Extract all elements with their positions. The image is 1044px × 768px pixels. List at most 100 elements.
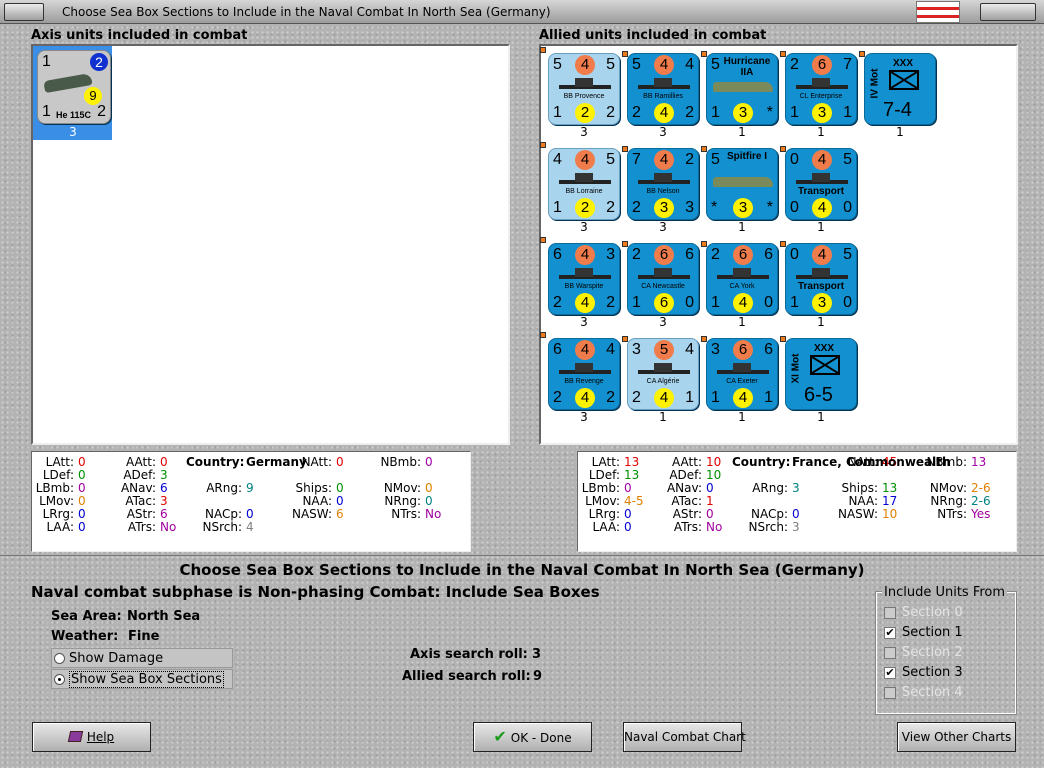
section-1-checkbox[interactable]: ✔ Section 1 xyxy=(884,625,1004,641)
stat-label: NRng: xyxy=(930,494,967,508)
stat-value: 3 xyxy=(792,481,800,495)
stat-value: 13 xyxy=(624,455,640,469)
allied-unit-counter[interactable]: XI Mot XXX 6-5 xyxy=(785,338,857,410)
unit-value: 2 xyxy=(711,246,720,263)
unit-value: 2 xyxy=(632,389,641,406)
axis-unit-counter[interactable]: 1 2 9 1 He 115C 2 xyxy=(37,50,111,124)
section-0-checkbox: Section 0 xyxy=(884,605,1004,621)
stat-label: ATac: xyxy=(125,494,156,508)
warship-icon xyxy=(638,76,690,89)
unit-value: 1 xyxy=(42,103,51,120)
unit-count: 1 xyxy=(738,220,746,234)
stat-value: 0 xyxy=(336,455,344,469)
stat-value: 3 xyxy=(160,468,168,482)
section-3-checkbox[interactable]: ✔ Section 3 xyxy=(884,665,1004,681)
unit-value: 6 xyxy=(685,246,694,263)
stat-value: Yes xyxy=(971,507,991,521)
unit-value: 2 xyxy=(685,104,694,121)
allied-unit-counter[interactable]: 2 6 6 CA York 1 4 0 xyxy=(706,243,778,315)
allied-unit-counter[interactable]: 0 4 5 Transport 0 4 0 xyxy=(785,148,857,220)
stat-value: 0 xyxy=(78,468,86,482)
unit-value: 0 xyxy=(790,199,799,216)
stat-value: 4-5 xyxy=(624,494,644,508)
sea-area-value: North Sea xyxy=(127,609,201,624)
naval-combat-chart-button[interactable]: Naval Combat Chart xyxy=(623,722,746,752)
allied-unit-counter[interactable]: 3 5 4 CA Algérie 2 4 1 xyxy=(627,338,699,410)
stat-label: NBmb: xyxy=(380,455,421,469)
unit-value: 7 xyxy=(632,151,641,168)
unit-value: 4 xyxy=(575,245,595,265)
allied-unit-counter[interactable]: 6 4 3 BB Warspite 2 4 2 xyxy=(548,243,620,315)
unit-value: 4 xyxy=(606,341,615,358)
unit-value: 3 xyxy=(733,198,753,218)
ship-superstructure xyxy=(654,268,672,277)
status-marker-icon xyxy=(701,241,707,247)
corps-size: XXX xyxy=(893,58,914,69)
stat-label: ADef: xyxy=(123,468,156,482)
stat-value: 0 xyxy=(425,455,433,469)
allied-unit-counter[interactable]: 2 6 7 CL Enterprise 1 3 1 xyxy=(785,53,857,125)
unit-value: 4 xyxy=(685,341,694,358)
unit-value: 4 xyxy=(654,55,674,75)
allied-unit-counter[interactable]: 5 4 4 BB Ramillies 2 4 2 xyxy=(627,53,699,125)
unit-value: 4 xyxy=(812,198,832,218)
ok-done-button[interactable]: ✔ OK - Done xyxy=(473,722,592,752)
stat-value: 10 xyxy=(882,507,898,521)
allied-unit-counter[interactable]: 6 4 4 BB Revenge 2 4 2 xyxy=(548,338,620,410)
stat-label: ADef: xyxy=(669,468,702,482)
allied-unit-counter[interactable]: 5 4 5 BB Provence 1 2 2 xyxy=(548,53,620,125)
unit-value: 3 xyxy=(812,103,832,123)
window-menu-button[interactable] xyxy=(4,3,44,21)
title-bar: Choose Sea Box Sections to Include in th… xyxy=(0,0,1044,24)
unit-value: 4 xyxy=(575,293,595,313)
show-damage-radio[interactable]: Show Damage xyxy=(51,648,233,668)
window-close-button[interactable] xyxy=(980,3,1036,21)
unit-name: BB Ramillies xyxy=(643,93,683,100)
unit-value: 4 xyxy=(575,340,595,360)
allied-unit-counter[interactable]: 3 6 6 CA Exeter 1 4 1 xyxy=(706,338,778,410)
ship-superstructure xyxy=(654,78,672,87)
stat-label: LAA: xyxy=(592,520,620,534)
status-marker-icon xyxy=(622,241,628,247)
book-icon xyxy=(67,731,83,742)
allied-unit-counter[interactable]: IV Mot XXX 7-4 xyxy=(864,53,936,125)
stat-label: ANav: xyxy=(666,481,702,495)
stat-value: 10 xyxy=(706,468,722,482)
unit-count: 1 xyxy=(896,125,904,139)
show-sections-radio[interactable]: Show Sea Box Sections xyxy=(51,669,233,689)
checkbox-icon xyxy=(884,687,896,699)
warship-icon xyxy=(796,171,848,184)
unit-value: 4 xyxy=(654,150,674,170)
unit-value: 0 xyxy=(843,199,852,216)
view-other-charts-button[interactable]: View Other Charts xyxy=(897,722,1016,752)
axis-heading: Axis units included in combat xyxy=(31,28,248,43)
aircraft-icon xyxy=(713,82,773,92)
stat-label: LBmb: xyxy=(581,481,620,495)
status-marker-icon xyxy=(701,146,707,152)
allied-unit-counter[interactable]: 2 6 6 CA Newcastle 1 6 0 xyxy=(627,243,699,315)
stat-label: NSrch: xyxy=(202,520,242,534)
allied-unit-counter[interactable]: 7 4 2 BB Nelson 2 3 3 xyxy=(627,148,699,220)
help-button[interactable]: Help xyxy=(32,722,151,752)
stat-label: NMov: xyxy=(383,481,421,495)
weather-value: Fine xyxy=(128,629,160,644)
allied-unit-counter[interactable]: 4 4 5 BB Lorraine 1 2 2 xyxy=(548,148,620,220)
stat-value: 0 xyxy=(78,494,86,508)
allied-unit-counter[interactable]: 0 4 5 Transport 1 3 0 xyxy=(785,243,857,315)
country-label: Country: xyxy=(186,455,245,469)
stat-value: 3 xyxy=(792,520,800,534)
ship-superstructure xyxy=(654,363,672,372)
unit-value: 6 xyxy=(733,340,753,360)
stat-label: NAA: xyxy=(302,494,332,508)
stat-value: 13 xyxy=(624,468,640,482)
unit-count: 1 xyxy=(817,220,825,234)
stat-value: No xyxy=(706,520,723,534)
unit-value: 6 xyxy=(654,245,674,265)
unit-value: 2 xyxy=(553,389,562,406)
allied-unit-counter[interactable]: 5 Spitfire I * 3 * xyxy=(706,148,778,220)
warship-icon xyxy=(638,361,690,374)
unit-value: 2 xyxy=(632,246,641,263)
stat-value: 0 xyxy=(792,507,800,521)
allied-roll-value: 9 xyxy=(533,669,543,684)
allied-unit-counter[interactable]: 5 Hurricane IIA 1 3 * xyxy=(706,53,778,125)
